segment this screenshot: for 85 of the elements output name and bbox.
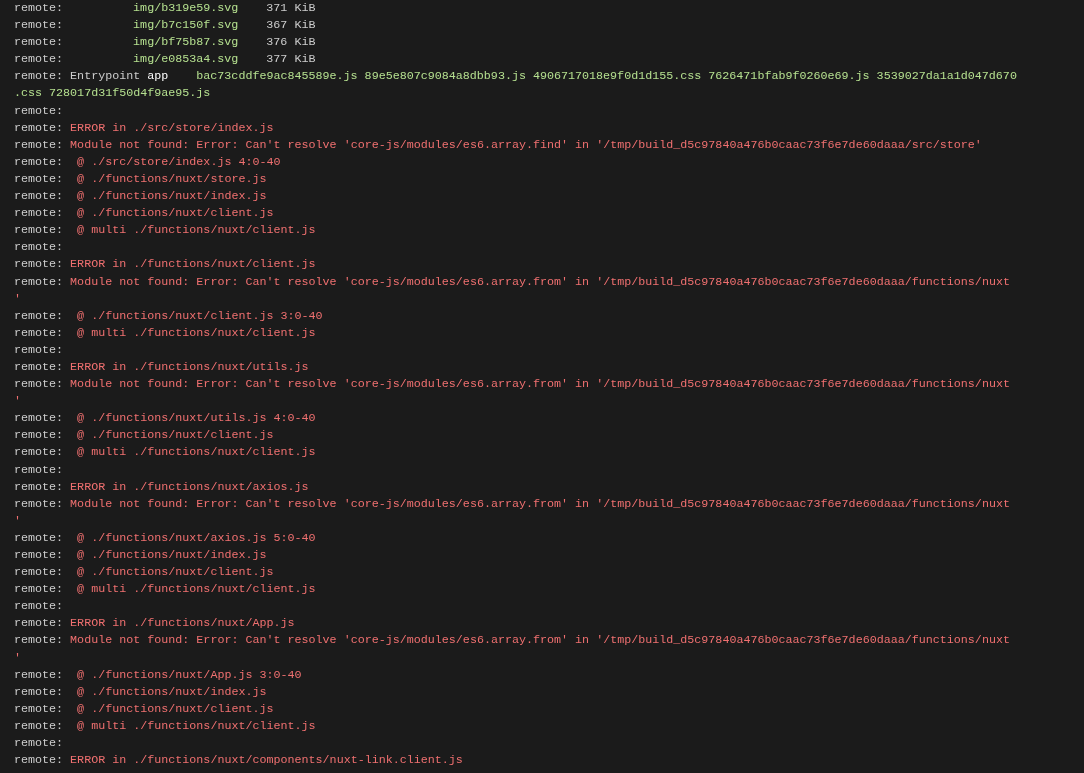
- error-text: @ ./functions/nuxt/client.js: [76, 428, 274, 443]
- error-text: ': [14, 394, 21, 409]
- line-prefix: remote:: [14, 718, 64, 733]
- asset-size: 367 KiB: [266, 17, 316, 35]
- error-text: ERROR in ./functions/nuxt/client.js: [70, 257, 316, 272]
- line-prefix: remote:: [14, 69, 64, 84]
- line-prefix: remote:: [14, 582, 64, 597]
- line-prefix: remote:: [14, 274, 64, 289]
- line-prefix: remote:: [14, 684, 64, 699]
- error-text: @ ./src/store/index.js 4:0-40: [76, 154, 281, 169]
- error-text: @ ./functions/nuxt/utils.js 4:0-40: [76, 411, 316, 426]
- error-text: ERROR in ./functions/nuxt/axios.js: [70, 479, 309, 494]
- line-prefix: remote:: [14, 565, 64, 580]
- line-prefix: remote:: [14, 240, 64, 255]
- error-text: ': [14, 650, 21, 665]
- error-text: @ ./functions/nuxt/client.js 3:0-40: [76, 308, 323, 323]
- line-prefix: remote:: [14, 171, 64, 186]
- asset-size: 371 KiB: [266, 0, 316, 17]
- error-text: @ ./functions/nuxt/App.js 3:0-40: [76, 667, 302, 682]
- line-prefix: remote:: [14, 616, 64, 631]
- error-text: @ multi ./functions/nuxt/client.js: [76, 325, 316, 340]
- line-prefix: remote:: [14, 445, 64, 460]
- entrypoint-label: Entrypoint: [70, 69, 141, 84]
- error-text: ERROR in ./functions/nuxt/utils.js: [70, 359, 309, 374]
- asset-size: 377 KiB: [266, 51, 316, 69]
- line-prefix: remote:: [14, 701, 64, 716]
- line-prefix: remote:: [14, 667, 64, 682]
- line-prefix: remote:: [14, 377, 64, 392]
- line-prefix: remote:: [14, 428, 64, 443]
- error-text: ': [14, 291, 21, 306]
- error-text: @ ./functions/nuxt/axios.js 5:0-40: [76, 530, 316, 545]
- line-prefix: remote:: [14, 154, 64, 169]
- line-prefix: remote:: [14, 137, 64, 152]
- line-prefix: remote:: [14, 120, 64, 135]
- asset-file: img/bf75b87.svg: [133, 34, 239, 52]
- asset-file: img/b7c150f.svg: [133, 17, 239, 35]
- entrypoint-files: .css 728017d31f50d4f9ae95.js: [14, 86, 211, 101]
- line-prefix: remote:: [14, 633, 64, 648]
- line-prefix: remote:: [14, 325, 64, 340]
- line-prefix: remote:: [14, 342, 64, 357]
- asset-file: img/e0853a4.svg: [133, 51, 239, 69]
- error-text: ERROR in ./src/store/index.js: [70, 120, 274, 135]
- error-text: @ ./functions/nuxt/index.js: [76, 189, 267, 204]
- line-prefix: remote:: [14, 753, 64, 768]
- error-text: Module not found: Error: Can't resolve 'core-js/modules/es6.array.from' in '/tmp/build_d5c97840a476b0caac73f6e7de60daaa/functions/nuxt: [70, 377, 1010, 392]
- asset-size: 376 KiB: [266, 34, 316, 52]
- error-text: @ ./functions/nuxt/index.js: [76, 548, 267, 562]
- line-prefix: remote:: [14, 530, 64, 545]
- line-prefix: remote:: [14, 223, 64, 238]
- error-text: Module not found: Error: Can't resolve 'core-js/modules/es6.array.from' in '/tmp/build_d5c97840a476b0caac73f6e7de60daaa/functions/nuxt: [70, 633, 1010, 648]
- error-text: ERROR in ./functions/nuxt/components/nuxt-link.client.js: [70, 753, 463, 768]
- line-prefix: remote:: [14, 103, 64, 118]
- line-prefix: remote:: [14, 479, 64, 494]
- line-prefix: remote:: [14, 52, 64, 67]
- error-text: @ ./functions/nuxt/store.js: [76, 171, 267, 186]
- line-prefix: remote:: [14, 308, 64, 323]
- line-prefix: remote:: [14, 736, 64, 751]
- error-text: ': [14, 513, 21, 528]
- error-text: @ multi ./functions/nuxt/client.js: [76, 582, 316, 597]
- line-prefix: remote:: [14, 189, 64, 204]
- line-prefix: remote:: [14, 411, 64, 426]
- line-prefix: remote:: [14, 18, 64, 33]
- asset-file: img/b319e59.svg: [133, 0, 239, 17]
- line-prefix: remote:: [14, 496, 64, 511]
- error-text: Module not found: Error: Can't resolve 'core-js/modules/es6.array.from' in '/tmp/build_d5c97840a476b0caac73f6e7de60daaa/functions/nuxt: [70, 274, 1010, 289]
- error-text: @ ./functions/nuxt/client.js: [76, 565, 274, 580]
- line-prefix: remote:: [14, 599, 64, 614]
- error-text: Module not found: Error: Can't resolve 'core-js/modules/es6.array.find' in '/tmp/build_d5c97840a476b0caac73f6e7de60daaa/src/store': [70, 137, 982, 152]
- line-prefix: remote:: [14, 359, 64, 374]
- line-prefix: remote:: [14, 548, 64, 562]
- error-text: @ ./functions/nuxt/index.js: [76, 684, 267, 699]
- line-prefix: remote:: [14, 462, 64, 477]
- line-prefix: remote:: [14, 35, 64, 50]
- error-text: Module not found: Error: Can't resolve 'core-js/modules/es6.array.from' in '/tmp/build_d5c97840a476b0caac73f6e7de60daaa/functions/nuxt: [70, 496, 1010, 511]
- entrypoint-name: app: [147, 69, 169, 84]
- error-text: @ multi ./functions/nuxt/client.js: [76, 718, 316, 733]
- error-text: @ ./functions/nuxt/client.js: [76, 206, 274, 221]
- line-prefix: remote:: [14, 206, 64, 221]
- error-text: @ multi ./functions/nuxt/client.js: [76, 223, 316, 238]
- error-text: @ multi ./functions/nuxt/client.js: [76, 445, 316, 460]
- entrypoint-files: bac73cddfe9ac845589e.js 89e5e807c9084a8dbb93.js 4906717018e9f0d1d155.css 7626471bfab9f0260e69.js 3539027da1a1d047d670: [196, 69, 1017, 84]
- line-prefix: remote:: [14, 257, 64, 272]
- error-text: @ ./functions/nuxt/client.js: [76, 701, 274, 716]
- error-text: ERROR in ./functions/nuxt/App.js: [70, 616, 295, 631]
- line-prefix: remote:: [14, 1, 64, 15]
